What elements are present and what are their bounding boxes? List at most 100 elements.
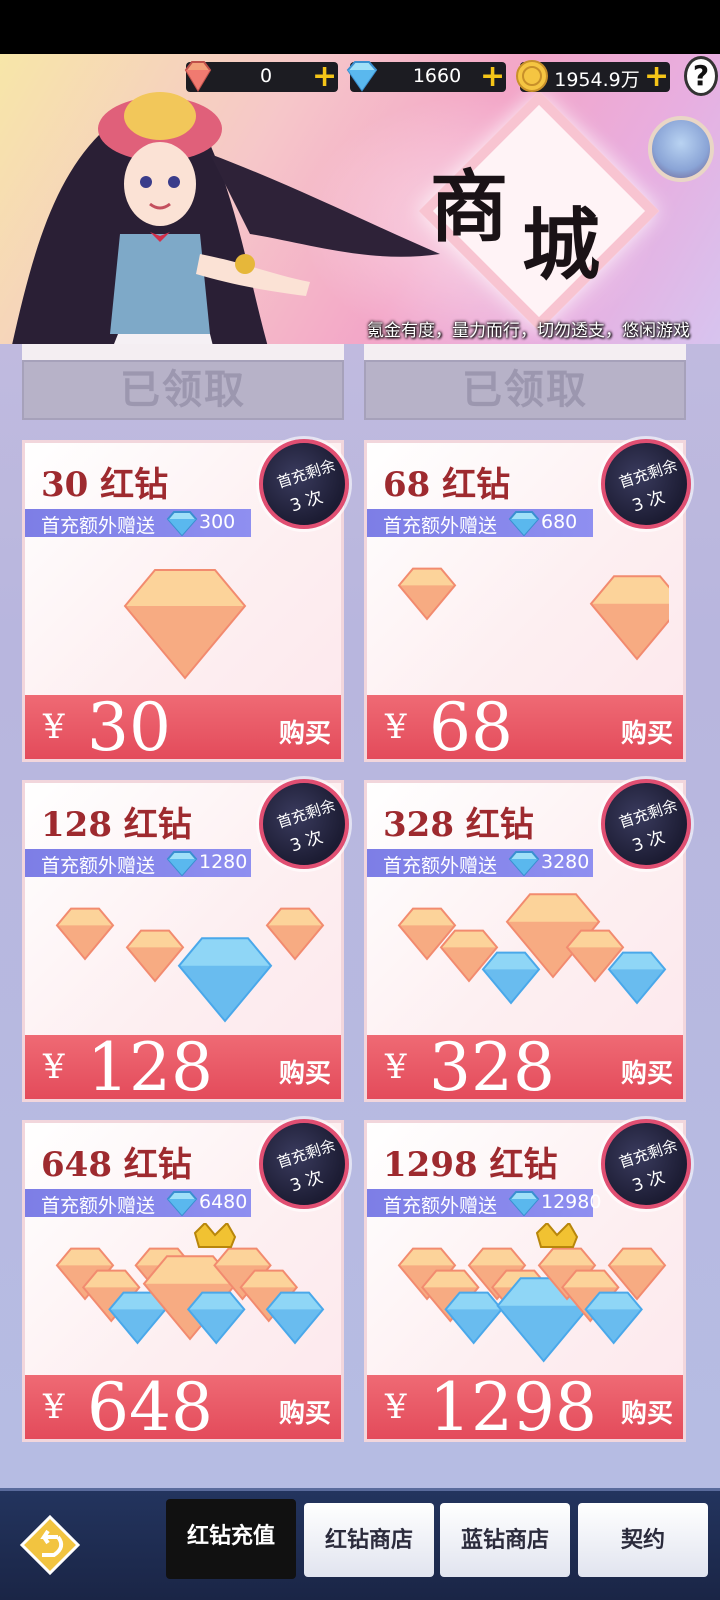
red-diamond-counter: 0 +	[184, 61, 338, 92]
price-value: 1298	[429, 1369, 597, 1446]
product-title: 30 红钻	[41, 465, 169, 505]
bonus-label: 首充额外赠送	[41, 1195, 156, 1217]
page-title: 商 城	[430, 169, 630, 309]
product-card[interactable]: 128 红钻 首充额外赠送 1280 首充剩余 3 次 ¥ 128 购买	[22, 779, 349, 1106]
gold-value: 1954.9万	[554, 69, 640, 91]
blue-diamond-icon	[166, 851, 198, 876]
gem-pile-image	[397, 1223, 667, 1363]
first-charge-bonus: 首充额外赠送 300	[25, 509, 251, 537]
price-value: 328	[429, 1029, 555, 1106]
red-diamond-value: 0	[259, 65, 273, 87]
price-value: 128	[87, 1029, 213, 1106]
blue-diamond-value: 1660	[412, 65, 462, 87]
help-button[interactable]: ?	[684, 56, 718, 96]
product-title: 68 红钻	[383, 465, 511, 505]
tab-red-diamond-recharge[interactable]: 红钻充值	[166, 1499, 296, 1579]
buy-button[interactable]: 购买	[279, 1053, 331, 1090]
blue-gem-icon	[265, 1291, 325, 1345]
blue-gem-icon	[177, 937, 273, 1023]
red-gem-icon	[55, 907, 115, 961]
first-charge-remaining-badge: 首充剩余 3 次	[259, 439, 349, 529]
bonus-label: 首充额外赠送	[41, 855, 156, 877]
product-card[interactable]: 30 红钻 首充额外赠送 300 首充剩余 3 次 ¥ 30 购买	[22, 439, 349, 766]
first-charge-bonus: 首充额外赠送 12980	[367, 1189, 601, 1217]
tab-red-diamond-shop[interactable]: 红钻商店	[304, 1503, 434, 1577]
bonus-value: 1280	[199, 851, 248, 873]
product-title: 328 红钻	[383, 805, 534, 845]
claimed-button: 已领取	[22, 360, 344, 420]
first-charge-bonus: 首充额外赠送 3280	[367, 849, 593, 877]
crown-icon	[193, 1223, 237, 1248]
product-card[interactable]: 1298 红钻 首充额外赠送 12980 首充剩余 3 次 ¥ 1298 购买	[364, 1119, 691, 1446]
bonus-label: 首充额外赠送	[383, 855, 498, 877]
red-gem-icon	[397, 567, 457, 621]
shop-banner: 商 城 氪金有度，量力而行，切勿透支，悠闲游戏	[0, 54, 720, 344]
blue-diamond-icon	[508, 1191, 540, 1216]
blue-gem-icon	[584, 1291, 643, 1345]
buy-bar[interactable]: ¥ 128 购买	[25, 1029, 341, 1106]
currency-symbol: ¥	[385, 707, 407, 747]
first-charge-bonus: 首充额外赠送 1280	[25, 849, 251, 877]
currency-symbol: ¥	[385, 1387, 407, 1427]
bonus-label: 首充额外赠送	[383, 515, 498, 537]
first-charge-remaining-badge: 首充剩余 3 次	[601, 439, 691, 529]
blue-gem-icon	[607, 951, 667, 1005]
first-charge-remaining-badge: 首充剩余 3 次	[259, 1119, 349, 1209]
gem-pile-image	[55, 1223, 325, 1345]
product-card[interactable]: 328 红钻 首充额外赠送 3280 首充剩余 3 次 ¥ 328 购买	[364, 779, 691, 1106]
add-red-diamond-button[interactable]: +	[312, 62, 337, 92]
gem-pile-image	[123, 569, 247, 680]
claimed-button: 已领取	[364, 360, 686, 420]
page-title-char-1: 商	[430, 162, 509, 253]
claimed-item-1: 已领取	[22, 344, 344, 424]
first-charge-bonus: 首充额外赠送 680	[367, 509, 593, 537]
buy-bar[interactable]: ¥ 68 购买	[367, 689, 683, 766]
price-value: 30	[87, 689, 171, 766]
bonus-value: 300	[199, 511, 236, 533]
blue-gem-icon	[186, 1291, 246, 1345]
tab-contract[interactable]: 契约	[578, 1503, 708, 1577]
blue-diamond-icon	[166, 1191, 198, 1216]
buy-button[interactable]: 购买	[621, 1393, 673, 1430]
red-gem-icon	[123, 569, 247, 680]
avatar-button[interactable]	[648, 116, 714, 182]
product-card[interactable]: 648 红钻 首充额外赠送 6480 首充剩余 3 次 ¥ 648 购买	[22, 1119, 349, 1446]
page-title-char-2: 城	[522, 200, 601, 291]
character-illustration	[12, 92, 440, 344]
claimed-item-2: 已领取	[364, 344, 686, 424]
bottom-nav: 红钻充值 红钻商店 蓝钻商店 契约	[0, 1488, 720, 1600]
price-value: 68	[429, 689, 513, 766]
buy-bar[interactable]: ¥ 648 购买	[25, 1369, 341, 1446]
tab-blue-diamond-shop[interactable]: 蓝钻商店	[440, 1503, 570, 1577]
add-gold-button[interactable]: +	[644, 62, 669, 92]
red-gem-icon	[125, 929, 185, 983]
buy-bar[interactable]: ¥ 30 购买	[25, 689, 341, 766]
currency-symbol: ¥	[43, 1047, 65, 1087]
red-gem-icon	[589, 575, 669, 661]
back-arrow-icon[interactable]	[18, 1513, 82, 1577]
bonus-value: 12980	[541, 1191, 602, 1213]
buy-bar[interactable]: ¥ 1298 购买	[367, 1369, 683, 1446]
help-icon: ?	[684, 56, 718, 96]
product-title: 128 红钻	[41, 805, 192, 845]
currency-symbol: ¥	[43, 1387, 65, 1427]
product-card[interactable]: 68 红钻 首充额外赠送 680 首充剩余 3 次 ¥ 68 购买	[364, 439, 691, 766]
blue-gem-icon	[481, 951, 541, 1005]
price-value: 648	[87, 1369, 213, 1446]
blue-diamond-icon	[346, 61, 378, 92]
status-bar	[0, 0, 720, 54]
blue-diamond-icon	[508, 511, 540, 536]
spending-notice: 氪金有度，量力而行，切勿透支，悠闲游戏	[367, 321, 690, 341]
buy-button[interactable]: 购买	[279, 713, 331, 750]
buy-button[interactable]: 购买	[279, 1393, 331, 1430]
first-charge-bonus: 首充额外赠送 6480	[25, 1189, 251, 1217]
blue-diamond-counter: 1660 +	[346, 61, 506, 92]
buy-button[interactable]: 购买	[621, 713, 673, 750]
buy-button[interactable]: 购买	[621, 1053, 673, 1090]
buy-bar[interactable]: ¥ 328 购买	[367, 1029, 683, 1106]
first-charge-remaining-badge: 首充剩余 3 次	[601, 1119, 691, 1209]
red-diamond-icon	[184, 61, 212, 92]
red-gem-icon	[607, 1247, 667, 1301]
add-blue-diamond-button[interactable]: +	[480, 62, 505, 92]
gem-pile-image	[55, 907, 325, 1023]
